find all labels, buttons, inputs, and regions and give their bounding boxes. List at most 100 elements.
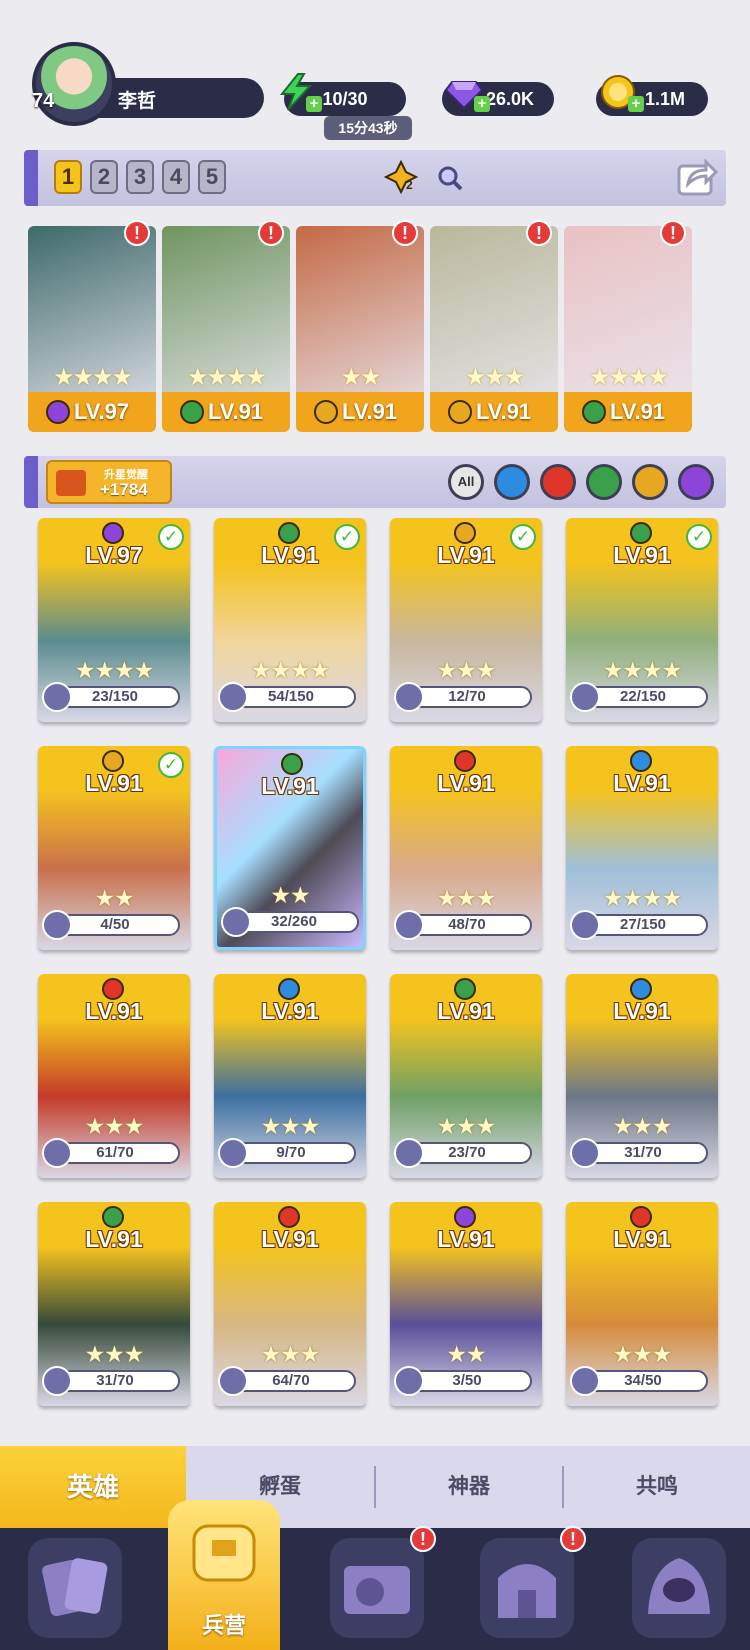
hero-card[interactable]: LV.91 ★★ 3/50 xyxy=(390,1202,542,1406)
hero-stars: ★★★★ xyxy=(602,885,682,911)
add-gold-button[interactable]: + xyxy=(628,96,644,112)
hero-card[interactable]: LV.91 ★★★ 31/70 xyxy=(566,974,718,1178)
hero-card[interactable]: LV.91 ★★★ 31/70 xyxy=(38,1202,190,1406)
team-tab-4[interactable]: 4 xyxy=(162,160,190,194)
awaken-value: +1784 xyxy=(100,480,148,499)
hero-card[interactable]: LV.91 ★★ 32/260 xyxy=(214,746,366,950)
nav-cards-button[interactable] xyxy=(28,1538,122,1638)
hero-shard-icon xyxy=(42,1138,72,1168)
team-tab-1[interactable]: 1 xyxy=(54,160,82,194)
hero-level: LV.91 xyxy=(613,998,671,1024)
filter-fire-icon[interactable] xyxy=(540,464,576,500)
hero-stars: ★★★ xyxy=(260,1113,321,1139)
hero-element-icon xyxy=(102,978,124,1000)
team-tab-2[interactable]: 2 xyxy=(90,160,118,194)
filter-light-icon[interactable] xyxy=(632,464,668,500)
hero-shard-icon xyxy=(394,682,424,712)
hero-card[interactable]: LV.97 ★★★★ 23/150 ✓ xyxy=(38,518,190,722)
hero-card[interactable]: LV.91 ★★★ 61/70 xyxy=(38,974,190,1178)
player-level: 74 xyxy=(32,90,55,112)
hero-element-icon xyxy=(278,1206,300,1228)
hero-stars: ★★★ xyxy=(436,657,497,683)
hero-card[interactable]: LV.91 ★★ 4/50 ✓ xyxy=(38,746,190,950)
nav-mystery-button[interactable] xyxy=(632,1538,726,1638)
hero-card[interactable]: LV.91 ★★★★ 54/150 ✓ xyxy=(214,518,366,722)
hero-shard-icon xyxy=(42,1366,72,1396)
team-power-badge: 2 xyxy=(406,178,413,192)
hero-level: LV.91 xyxy=(437,1226,495,1252)
hero-shard-icon xyxy=(218,682,248,712)
awaken-arrow-icon xyxy=(56,470,86,496)
hero-card[interactable]: LV.91 ★★★★ 22/150 ✓ xyxy=(566,518,718,722)
hero-card[interactable]: LV.91 ★★★ 48/70 xyxy=(390,746,542,950)
add-energy-button[interactable]: + xyxy=(306,96,322,112)
nav-quest-button[interactable] xyxy=(330,1538,424,1638)
filter-all-button[interactable]: All xyxy=(448,464,484,500)
hero-stars: ★★ xyxy=(94,885,134,911)
hero-card[interactable]: LV.91 ★★★ 34/50 xyxy=(566,1202,718,1406)
hero-element-icon xyxy=(102,750,124,772)
featured-hero-card[interactable]: ★★★★ LV.91 xyxy=(564,226,692,432)
filter-nature-icon[interactable] xyxy=(586,464,622,500)
ready-check-icon: ✓ xyxy=(510,524,536,550)
featured-hero-card[interactable]: ★★★ LV.91 xyxy=(430,226,558,432)
hero-shard-icon xyxy=(570,1138,600,1168)
hero-element-icon xyxy=(102,522,124,544)
shrine-alert-badge: ! xyxy=(560,1526,586,1552)
filter-water-icon[interactable] xyxy=(494,464,530,500)
hero-element-icon xyxy=(278,978,300,1000)
sub-tab-bar: 英雄 孵蛋 神器 共鸣 xyxy=(0,1446,750,1528)
nav-shrine-button[interactable] xyxy=(480,1538,574,1638)
search-icon[interactable] xyxy=(436,164,464,192)
featured-hero-card[interactable]: ★★ LV.91 xyxy=(296,226,424,432)
featured-hero-card[interactable]: ★★★★ LV.91 xyxy=(162,226,290,432)
bottom-nav: ! ! xyxy=(0,1526,750,1650)
ready-check-icon: ✓ xyxy=(334,524,360,550)
filter-dark-icon[interactable] xyxy=(678,464,714,500)
hero-level: LV.91 xyxy=(613,770,671,796)
ready-check-icon: ✓ xyxy=(686,524,712,550)
team-tab-5[interactable]: 5 xyxy=(198,160,226,194)
hero-shard-icon xyxy=(221,907,251,937)
cards-icon xyxy=(42,1558,108,1617)
awaken-button[interactable]: 升星觉醒 +1784 xyxy=(46,460,172,504)
hero-stars: ★★★ xyxy=(260,1341,321,1367)
hero-level: LV.91 xyxy=(85,1226,143,1252)
featured-hero-card[interactable]: ★★★★ LV.97 xyxy=(28,226,156,432)
hero-shard-icon xyxy=(570,910,600,940)
share-icon[interactable] xyxy=(676,156,718,198)
element-nature-icon xyxy=(582,400,606,424)
featured-alert-badge: ! xyxy=(526,220,552,246)
element-light-icon xyxy=(448,400,472,424)
featured-alert-badge: ! xyxy=(392,220,418,246)
team-tab-3[interactable]: 3 xyxy=(126,160,154,194)
tab-heroes[interactable]: 英雄 xyxy=(0,1446,186,1528)
hero-card[interactable]: LV.91 ★★★ 23/70 xyxy=(390,974,542,1178)
featured-alert-badge: ! xyxy=(258,220,284,246)
hero-stars: ★★★★ xyxy=(602,657,682,683)
hero-level: LV.91 xyxy=(613,1226,671,1252)
hero-stars: ★★ xyxy=(270,882,310,908)
hero-element-icon xyxy=(454,750,476,772)
hero-card[interactable]: LV.91 ★★★ 64/70 xyxy=(214,1202,366,1406)
featured-alert-badge: ! xyxy=(660,220,686,246)
hero-element-icon xyxy=(281,753,303,775)
hero-screen: 李哲 74 10/30 + 15分43秒 26.0K + 1.1M + 1234… xyxy=(0,0,750,1650)
tab-resonance[interactable]: 共鸣 xyxy=(564,1446,750,1528)
hero-stars: ★★★★ xyxy=(588,364,669,391)
tab-artifacts[interactable]: 神器 xyxy=(376,1446,562,1528)
hero-element-icon xyxy=(630,978,652,1000)
shrine-icon xyxy=(498,1564,556,1618)
hero-shard-icon xyxy=(394,1366,424,1396)
hero-stars: ★★ xyxy=(446,1341,486,1367)
hero-shard-icon xyxy=(394,910,424,940)
hero-card[interactable]: LV.91 ★★★ 9/70 xyxy=(214,974,366,1178)
player-avatar[interactable] xyxy=(32,42,116,126)
hero-card[interactable]: LV.91 ★★★ 12/70 ✓ xyxy=(390,518,542,722)
hero-element-icon xyxy=(454,1206,476,1228)
hero-card[interactable]: LV.91 ★★★★ 27/150 xyxy=(566,746,718,950)
hero-element-icon xyxy=(454,978,476,1000)
hero-stars: ★★★ xyxy=(612,1113,673,1139)
hero-level: LV.91 xyxy=(261,998,319,1024)
add-gems-button[interactable]: + xyxy=(474,96,490,112)
